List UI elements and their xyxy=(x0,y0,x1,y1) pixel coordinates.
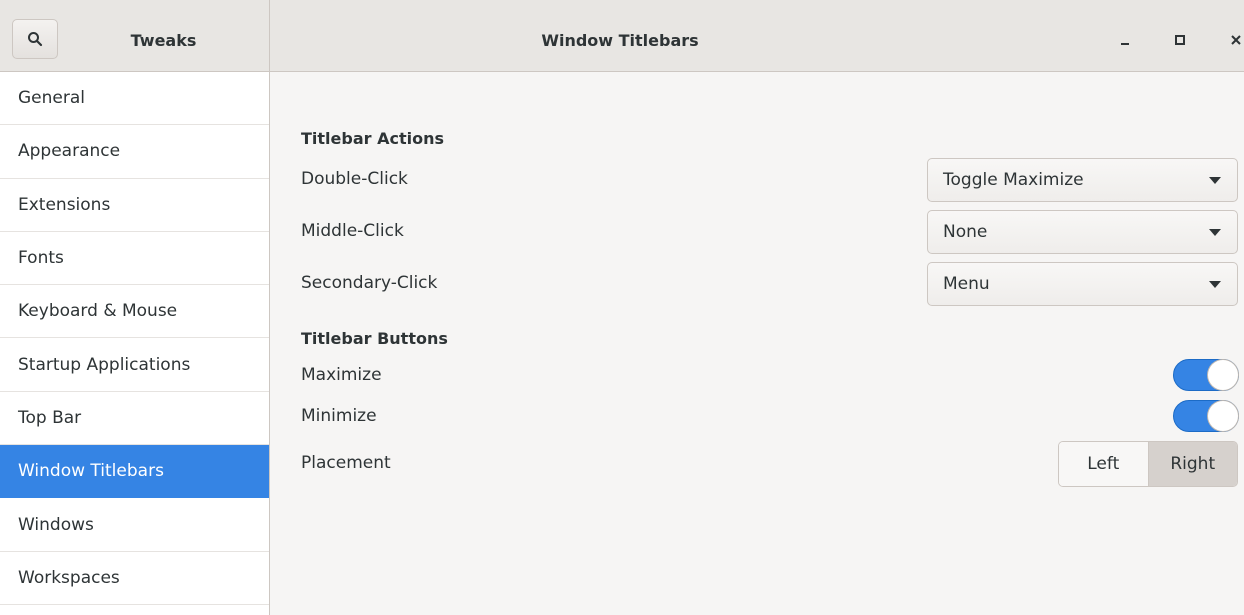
maximize-switch[interactable] xyxy=(1173,359,1239,391)
switch-knob xyxy=(1208,360,1238,390)
secondary-click-dropdown[interactable]: Menu xyxy=(927,262,1238,306)
close-button[interactable] xyxy=(1222,26,1244,54)
middle-click-value: None xyxy=(943,222,988,242)
sidebar-item-window-titlebars[interactable]: Window Titlebars xyxy=(0,445,269,499)
dropdown-arrow-icon xyxy=(1209,177,1221,184)
placement-toggle-group: Left Right xyxy=(1058,441,1238,487)
settings-panel: Titlebar Actions Double-Click Toggle Max… xyxy=(270,72,1244,615)
middle-click-label: Middle-Click xyxy=(301,221,404,241)
placement-right-button[interactable]: Right xyxy=(1147,442,1237,486)
close-icon xyxy=(1231,35,1241,45)
sidebar-item-top-bar[interactable]: Top Bar xyxy=(0,392,269,446)
minimize-label: Minimize xyxy=(301,406,377,426)
titlebar-actions-heading: Titlebar Actions xyxy=(301,129,444,148)
minimize-icon xyxy=(1121,43,1129,45)
switch-knob xyxy=(1208,401,1238,431)
dropdown-arrow-icon xyxy=(1209,281,1221,288)
app-title: Tweaks xyxy=(130,30,197,50)
sidebar-item-workspaces[interactable]: Workspaces xyxy=(0,552,269,605)
search-icon xyxy=(28,32,43,47)
double-click-dropdown[interactable]: Toggle Maximize xyxy=(927,158,1238,202)
maximize-icon xyxy=(1175,35,1185,45)
sidebar-header: Tweaks xyxy=(0,0,270,71)
minimize-button[interactable] xyxy=(1111,26,1139,54)
sidebar-item-appearance[interactable]: Appearance xyxy=(0,125,269,179)
window-title: Window Titlebars xyxy=(541,30,699,50)
dropdown-arrow-icon xyxy=(1209,229,1221,236)
secondary-click-value: Menu xyxy=(943,274,990,294)
sidebar-item-extensions[interactable]: Extensions xyxy=(0,179,269,232)
placement-left-button[interactable]: Left xyxy=(1059,442,1148,486)
sidebar-item-general[interactable]: General xyxy=(0,72,269,126)
placement-label: Placement xyxy=(301,453,391,473)
sidebar-item-startup-applications[interactable]: Startup Applications xyxy=(0,338,269,392)
sidebar-item-windows[interactable]: Windows xyxy=(0,498,269,552)
maximize-label: Maximize xyxy=(301,365,382,385)
minimize-switch[interactable] xyxy=(1173,400,1239,432)
middle-click-dropdown[interactable]: None xyxy=(927,210,1238,254)
sidebar-item-fonts[interactable]: Fonts xyxy=(0,232,269,286)
titlebar-buttons-heading: Titlebar Buttons xyxy=(301,329,448,348)
double-click-label: Double-Click xyxy=(301,169,408,189)
sidebar-item-keyboard-mouse[interactable]: Keyboard & Mouse xyxy=(0,285,269,339)
maximize-button[interactable] xyxy=(1166,26,1194,54)
double-click-value: Toggle Maximize xyxy=(943,170,1084,190)
header-bar: Tweaks Window Titlebars xyxy=(0,0,1244,72)
sidebar: General Appearance Extensions Fonts Keyb… xyxy=(0,72,270,615)
search-button[interactable] xyxy=(12,19,58,59)
secondary-click-label: Secondary-Click xyxy=(301,273,438,293)
